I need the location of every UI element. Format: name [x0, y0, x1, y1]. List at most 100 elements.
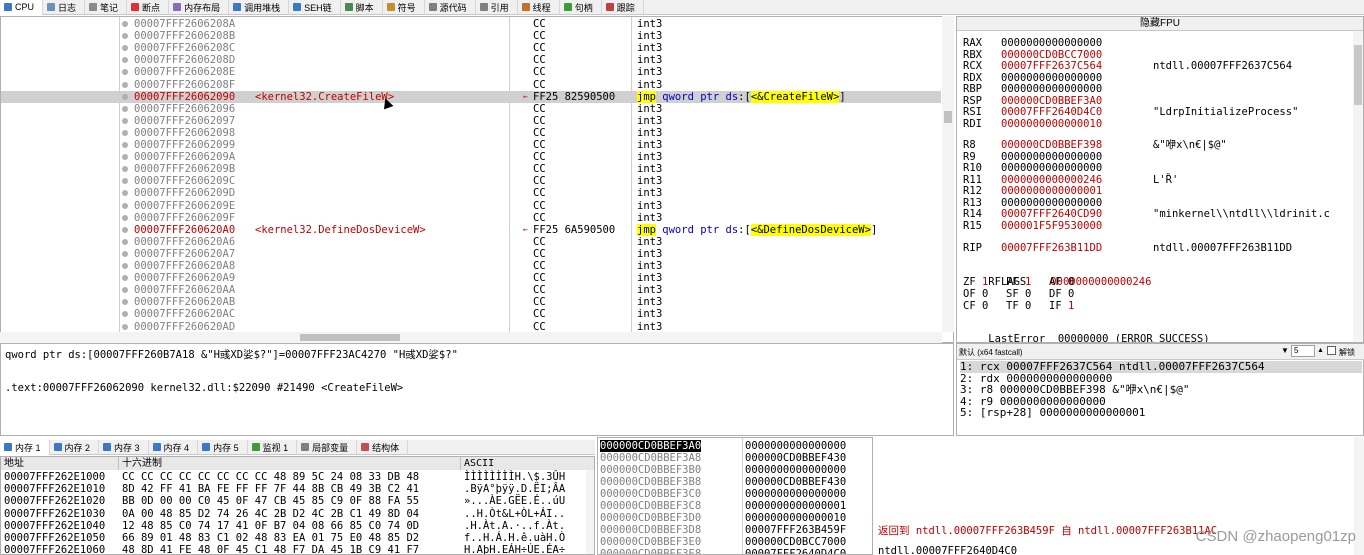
breakpoint-dot-icon[interactable] [122, 81, 128, 88]
dump-tab-5[interactable]: 监视 1 [248, 439, 298, 455]
breakpoint-dot-icon[interactable] [122, 263, 128, 269]
disassembly-pane[interactable]: 00007FFF2606208A CC int3 00007FFF2606208B CC… [0, 16, 954, 343]
register-row[interactable]: RAX 0000000000000000 [963, 37, 1153, 49]
disasm-row[interactable]: 00007FFF260620A8 CC int3 [1, 260, 941, 272]
register-value[interactable]: 00007FFF2640D4C0 [1001, 106, 1153, 118]
dump-tab-0[interactable]: 内存 1 [0, 439, 50, 455]
register-row[interactable]: R14 00007FFF2640CD90 "minkernel\\ntdll\\ld… [963, 208, 1330, 220]
registers-pane[interactable]: 隐藏FPU RAX 0000000000000000 RBX 000000CD0BCC… [956, 16, 1364, 343]
dump-row[interactable]: 00007FFF262E1020 BB 0D 00 00 C0 45 0F 47 … [1, 495, 594, 507]
dump-row[interactable]: 00007FFF262E1010 8D 42 FF 41 BA FE FF FF … [1, 483, 594, 495]
disasm-row[interactable]: 00007FFF260620AC CC int3 [1, 308, 941, 320]
tab-9[interactable]: 源代码 [425, 0, 476, 15]
flag[interactable]: CF 0 [963, 300, 1006, 312]
disasm-row[interactable]: 00007FFF26062090 <kernel32.CreateFileW> ← F… [1, 90, 941, 103]
dump-tab-3[interactable]: 内存 4 [149, 439, 199, 455]
breakpoint-dot-icon[interactable] [122, 214, 128, 221]
dump-ascii[interactable]: ..H.Òt&L+ÒL+ÁI.. [464, 508, 565, 520]
breakpoint-dot-icon[interactable] [122, 299, 128, 306]
register-value[interactable]: 00007FFF2637C564 [1001, 60, 1153, 72]
dump-ascii[interactable]: ÌÌÌÌÌÌÌÌH.\$.3ÛH [464, 471, 565, 483]
stack-pane[interactable]: 000000CD0BBEF3A0 0000000000000000 000000CD… [597, 437, 873, 555]
dump-hex[interactable]: 12 48 85 C0 74 17 41 0F B7 04 08 66 85 C… [122, 520, 419, 532]
stack-row[interactable]: 000000CD0BBEF3C0 0000000000000000 [598, 488, 872, 500]
argument-count-input[interactable]: 5 [1291, 345, 1315, 357]
disasm-row[interactable]: 00007FFF260620A9 CC int3 [1, 272, 941, 284]
breakpoint-dot-icon[interactable] [122, 311, 128, 318]
tab-3[interactable]: 断点 [127, 0, 170, 15]
breakpoint-dot-icon[interactable] [122, 57, 128, 64]
flag[interactable]: SF 0 [1006, 288, 1049, 300]
disasm-horizontal-scrollbar[interactable] [0, 332, 942, 343]
argument-row[interactable]: 3: r8 000000CD0BBEF398 &"咿x\n€|$@" [960, 384, 1190, 396]
disasm-row[interactable]: 00007FFF260620AD CC int3 [1, 321, 941, 333]
breakpoint-dot-icon[interactable] [122, 105, 128, 112]
breakpoint-dot-icon[interactable] [122, 226, 128, 233]
breakpoint-dot-icon[interactable] [122, 69, 128, 76]
breakpoint-dot-icon[interactable] [122, 166, 128, 173]
breakpoint-dot-icon[interactable] [122, 178, 128, 185]
dump-ascii[interactable]: .H.Àt.A.·..f.Àt. [464, 520, 565, 532]
register-value[interactable]: 0000000000000010 [1001, 118, 1153, 130]
memory-dump-pane[interactable]: 地址 十六进制 ASCII 00007FFF262E1000 CC CC CC C… [0, 456, 595, 555]
tab-12[interactable]: 句柄 [560, 0, 602, 15]
disasm-row[interactable]: 00007FFF2606208B CC int3 [1, 30, 941, 42]
breakpoint-dot-icon[interactable] [122, 142, 128, 148]
register-row[interactable]: R12 0000000000000001 [963, 185, 1153, 197]
disasm-row[interactable]: 00007FFF2606208C CC int3 [1, 42, 941, 54]
breakpoint-dot-icon[interactable] [122, 154, 128, 161]
dump-row[interactable]: 00007FFF262E1040 12 48 85 C0 74 17 41 0F … [1, 520, 594, 532]
register-row[interactable]: R8 000000CD0BBEF398 &"咿x\n€|$@" [963, 139, 1227, 151]
tab-0[interactable]: CPU [0, 0, 44, 15]
disasm-row[interactable]: 00007FFF2606209C CC int3 [1, 175, 941, 187]
disasm-row[interactable]: 00007FFF2606209A CC int3 [1, 151, 941, 163]
register-value[interactable]: 0000000000000000 [1001, 37, 1153, 49]
disasm-row[interactable]: 00007FFF2606209D CC int3 [1, 187, 941, 199]
disasm-row[interactable]: 00007FFF260620AB CC int3 [1, 296, 941, 308]
breakpoint-dot-icon[interactable] [122, 93, 128, 100]
stack-row[interactable]: 000000CD0BBEF3B0 0000000000000000 [598, 464, 872, 476]
stack-row[interactable]: 000000CD0BBEF3E0 000000CD0BCC7000 [598, 536, 872, 548]
disasm-row[interactable]: 00007FFF2606209B CC int3 [1, 163, 941, 175]
breakpoint-dot-icon[interactable] [122, 250, 128, 257]
registers-scrollbar[interactable] [1353, 31, 1363, 342]
disasm-row[interactable]: 00007FFF2606208F CC int3 [1, 79, 941, 91]
unlock-checkbox[interactable] [1327, 346, 1336, 355]
disasm-row[interactable]: 00007FFF26062097 CC int3 [1, 115, 941, 127]
dump-tab-4[interactable]: 内存 5 [198, 439, 248, 455]
hide-fpu-button[interactable]: 隐藏FPU [957, 17, 1363, 31]
stack-row[interactable]: 000000CD0BBEF3A0 0000000000000000 [598, 440, 872, 452]
disasm-row[interactable]: 00007FFF2606209F CC int3 [1, 212, 941, 224]
dump-tab-6[interactable]: 局部变量 [297, 439, 358, 455]
flag[interactable]: OF 0 [963, 288, 1006, 300]
disasm-row[interactable]: 00007FFF260620A7 CC int3 [1, 248, 941, 260]
flag[interactable]: PF 1 [1006, 276, 1049, 288]
dump-row[interactable]: 00007FFF262E1060 48 8D 41 FE 48 0F 45 C1 … [1, 544, 594, 554]
dump-row[interactable]: 00007FFF262E1030 0A 00 48 85 D2 74 26 4C … [1, 508, 594, 520]
register-value[interactable]: 000000CD0BBEF398 [1001, 139, 1153, 151]
register-value[interactable]: 00007FFF263B11DD [1001, 242, 1153, 254]
dump-ascii[interactable]: H.AþH.EÁH÷ÚE.ÉA÷ [464, 544, 565, 554]
flag[interactable]: IF 1 [1049, 300, 1092, 312]
tab-11[interactable]: 线程 [518, 0, 560, 15]
register-value[interactable]: 00007FFF2640CD90 [1001, 208, 1153, 220]
tab-7[interactable]: 脚本 [341, 0, 383, 15]
breakpoint-dot-icon[interactable] [122, 117, 128, 124]
flag[interactable]: ZF 1 [963, 276, 1006, 288]
dump-row[interactable]: 00007FFF262E1000 CC CC CC CC CC CC CC CC … [1, 471, 594, 483]
disasm-row[interactable]: 00007FFF2606209E CC int3 [1, 200, 941, 212]
tab-8[interactable]: 符号 [383, 0, 425, 15]
dump-tab-2[interactable]: 内存 3 [99, 439, 149, 455]
argument-row[interactable]: 1: rcx 00007FFF2637C564 ntdll.00007FFF26… [960, 361, 1362, 373]
breakpoint-dot-icon[interactable] [122, 33, 128, 40]
breakpoint-dot-icon[interactable] [122, 21, 128, 27]
tab-2[interactable]: 笔记 [85, 0, 128, 15]
register-row[interactable]: R15 000001F5F9530000 [963, 220, 1153, 232]
dump-hex[interactable]: 48 8D 41 FE 48 0F 45 C1 48 F7 DA 45 1B C… [122, 544, 419, 554]
dump-ascii[interactable]: .BÿA°þÿÿ.D.ËI;ÂA [464, 483, 565, 495]
arguments-pane[interactable]: 默认 (x64 fastcall) ▼ 5 ▲ 解锁 1: rcx 00007F… [956, 343, 1364, 436]
dump-tab-7[interactable]: 结构体 [357, 439, 409, 455]
breakpoint-dot-icon[interactable] [122, 323, 128, 330]
breakpoint-dot-icon[interactable] [122, 202, 128, 209]
spinner-icon[interactable]: ▲ [1317, 347, 1324, 354]
